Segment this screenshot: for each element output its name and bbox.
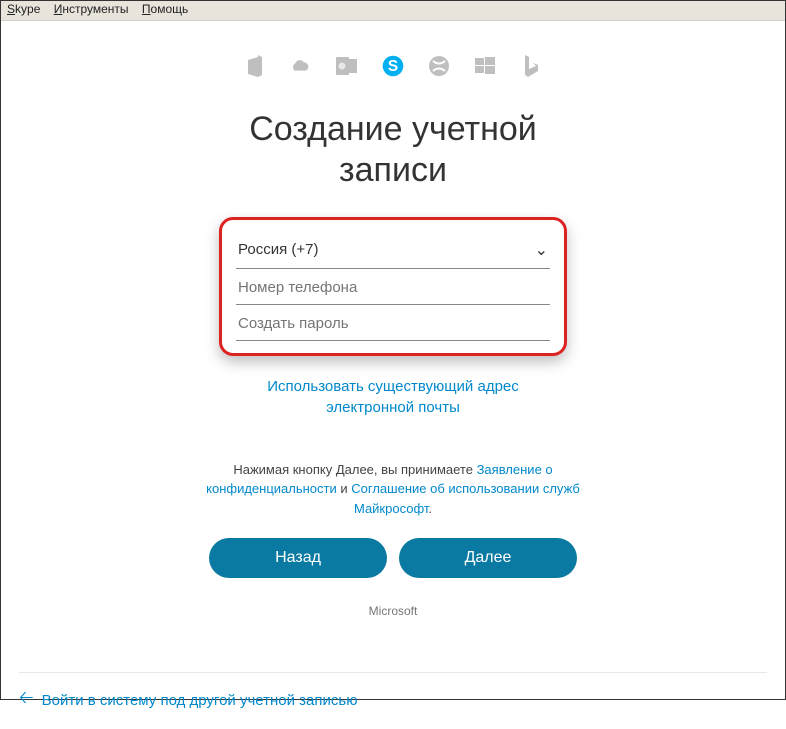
password-field-row — [236, 305, 550, 341]
onedrive-icon — [289, 54, 313, 78]
other-account-link[interactable]: 🡠 Войти в систему под другой учетной зап… — [19, 672, 767, 715]
windows-icon — [473, 54, 497, 78]
use-existing-email-link[interactable]: Использовать существующий адрес электрон… — [16, 376, 770, 418]
menubar: Skype Инструменты Помощь — [1, 1, 785, 21]
terms-text: Нажимая кнопку Далее, вы принимаете Заяв… — [193, 460, 593, 519]
chevron-down-icon: ⌄ — [535, 240, 548, 260]
arrow-left-icon: 🡠 — [19, 685, 34, 715]
next-button[interactable]: Далее — [399, 538, 577, 578]
use-email-line2: электронной почты — [16, 397, 770, 418]
button-row: Назад Далее — [16, 538, 770, 578]
use-email-line1: Использовать существующий адрес — [16, 376, 770, 397]
menu-help[interactable]: Помощь — [142, 2, 188, 16]
outlook-icon — [335, 54, 359, 78]
page-title: Создание учетной записи — [16, 109, 770, 191]
menu-skype[interactable]: Skype — [7, 2, 40, 16]
skype-icon: S — [381, 54, 405, 78]
office-icon — [243, 54, 267, 78]
microsoft-footer: Microsoft — [16, 604, 770, 618]
signup-form-highlight: Россия (+7) ⌄ — [219, 217, 567, 356]
country-code-select[interactable]: Россия (+7) ⌄ — [236, 230, 550, 269]
title-line1: Создание учетной — [16, 109, 770, 150]
services-icon-row: S — [16, 51, 770, 81]
menu-tools[interactable]: Инструменты — [54, 2, 129, 16]
password-input[interactable] — [238, 315, 548, 332]
other-account-text: Войти в систему под другой учетной запис… — [42, 692, 358, 709]
title-line2: записи — [16, 150, 770, 191]
svg-text:S: S — [388, 58, 398, 75]
terms-prefix: Нажимая кнопку Далее, вы принимаете — [233, 462, 476, 477]
terms-and: и — [337, 481, 352, 496]
back-button[interactable]: Назад — [209, 538, 387, 578]
bing-icon — [519, 54, 543, 78]
phone-field-row — [236, 269, 550, 305]
agreement-link[interactable]: Соглашение об использовании служб Майкро… — [351, 481, 580, 516]
terms-suffix: . — [428, 501, 432, 516]
country-code-value: Россия (+7) — [238, 241, 318, 258]
phone-input[interactable] — [238, 279, 548, 296]
xbox-icon — [427, 54, 451, 78]
